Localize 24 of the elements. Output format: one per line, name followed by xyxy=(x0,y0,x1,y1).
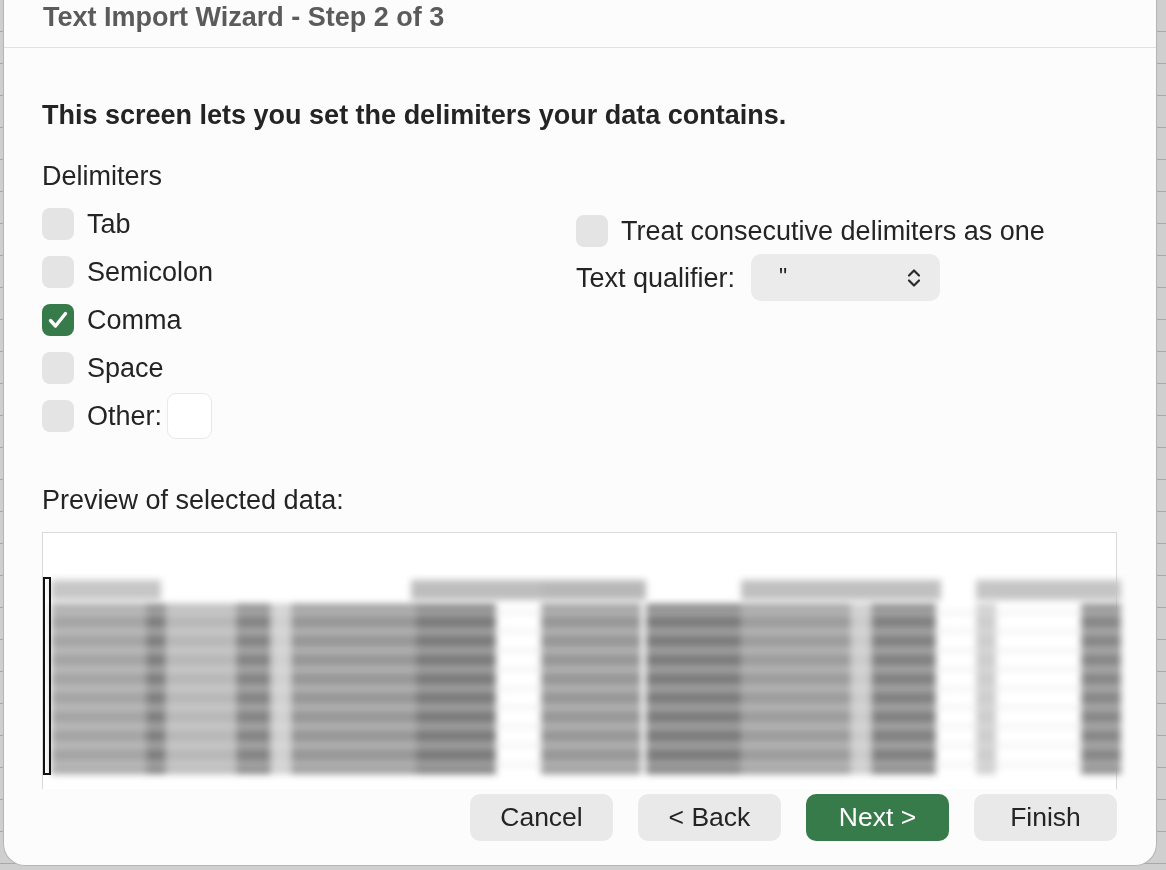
dialog-button[interactable]: Finish xyxy=(974,794,1117,841)
section-heading: Delimiters xyxy=(42,162,162,190)
checkbox-label[interactable]: Tab xyxy=(87,209,131,239)
checkbox[interactable] xyxy=(42,352,74,384)
checkbox[interactable] xyxy=(42,400,74,432)
instruction-text: This screen lets you set the delimiters your data contains. xyxy=(42,101,787,129)
checkbox-label[interactable]: Space xyxy=(87,353,164,383)
dialog-button[interactable]: Next > xyxy=(806,794,949,841)
preview-label: Preview of selected data: xyxy=(42,486,344,514)
checkbox[interactable] xyxy=(576,215,608,247)
text-qualifier-select[interactable]: " xyxy=(751,254,941,301)
chevron-updown-icon xyxy=(907,267,922,288)
checkbox-label[interactable]: Semicolon xyxy=(87,257,214,287)
checkbox-label[interactable]: Other: xyxy=(87,401,163,431)
checkbox[interactable] xyxy=(42,256,74,288)
checkbox-label[interactable]: Treat consecutive delimiters as one xyxy=(621,216,1045,246)
checkbox[interactable] xyxy=(42,208,74,240)
window-title: Text Import Wizard - Step 2 of 3 xyxy=(43,3,445,31)
dialog-button[interactable]: Cancel xyxy=(470,794,613,841)
checkbox-label[interactable]: Comma xyxy=(87,305,182,335)
dialog-button[interactable]: < Back xyxy=(638,794,781,841)
checkbox[interactable] xyxy=(42,304,74,336)
field-label: Text qualifier: xyxy=(576,262,736,293)
checkmark-icon xyxy=(48,311,68,329)
